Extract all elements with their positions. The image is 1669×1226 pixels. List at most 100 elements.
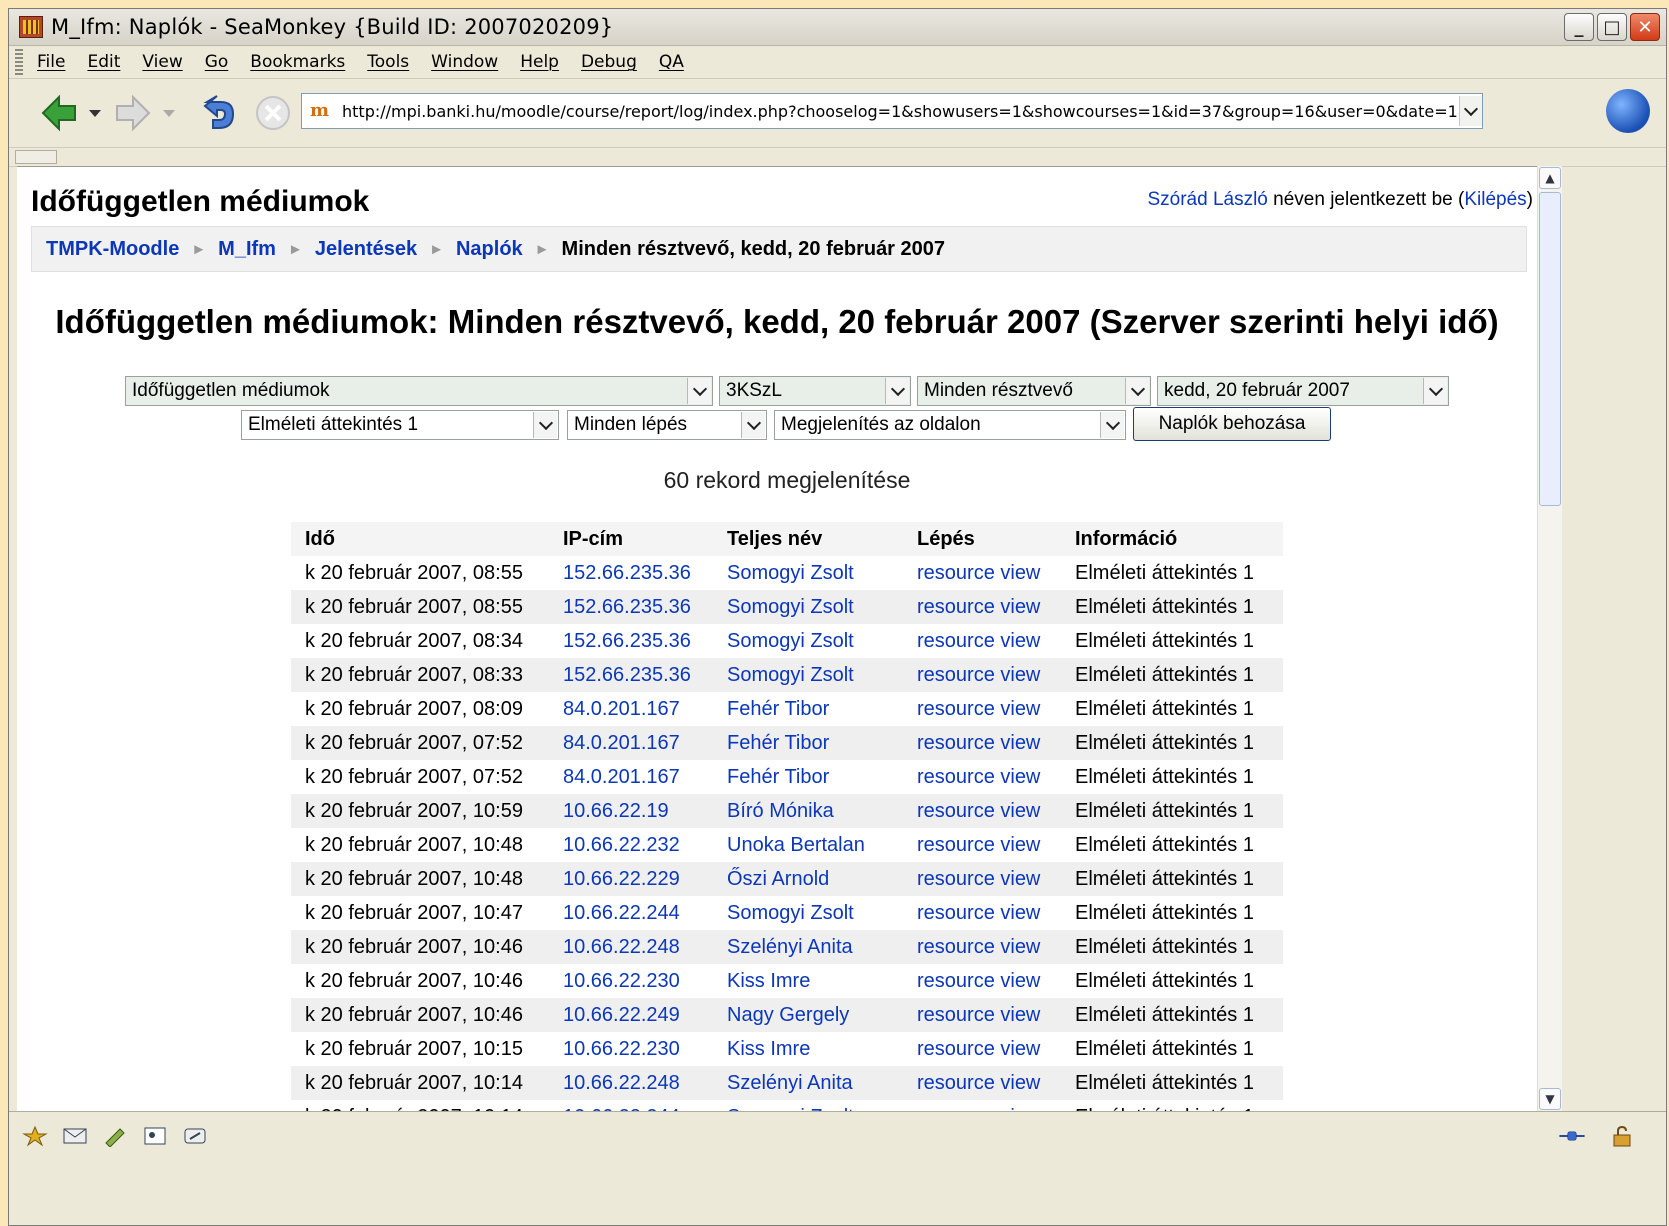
cell-ip[interactable]: 10.66.22.230	[549, 964, 713, 998]
cell-name[interactable]: Kiss Imre	[713, 1032, 903, 1066]
seamonkey-throbber-icon[interactable]	[1606, 89, 1650, 133]
cell-action[interactable]: resource view	[903, 624, 1061, 658]
cell-ip[interactable]: 10.66.22.249	[549, 998, 713, 1032]
reload-icon[interactable]	[199, 92, 239, 134]
user-profile-link[interactable]: Szórád László	[1147, 189, 1267, 210]
menu-view[interactable]: View	[142, 52, 182, 72]
cell-ip[interactable]: 152.66.235.36	[549, 590, 713, 624]
cell-ip[interactable]: 152.66.235.36	[549, 556, 713, 590]
forward-history-dropdown-icon[interactable]	[163, 109, 175, 117]
cell-ip[interactable]: 10.66.22.244	[549, 896, 713, 930]
date-select[interactable]: kedd, 20 február 2007	[1157, 376, 1449, 406]
cell-ip[interactable]: 10.66.22.248	[549, 1066, 713, 1100]
back-history-dropdown-icon[interactable]	[89, 109, 101, 117]
cell-name[interactable]: Bíró Mónika	[713, 794, 903, 828]
toolbar-grip-icon[interactable]	[15, 150, 57, 164]
cell-ip[interactable]: 10.66.22.19	[549, 794, 713, 828]
online-status-icon[interactable]	[1558, 1124, 1586, 1148]
cell-name[interactable]: Somogyi Zsolt	[713, 590, 903, 624]
course-select[interactable]: Időfüggetlen médiumok	[125, 376, 713, 406]
get-logs-button[interactable]: Naplók behozása	[1133, 407, 1331, 441]
chevron-down-icon[interactable]	[741, 412, 765, 438]
cell-name[interactable]: Somogyi Zsolt	[713, 896, 903, 930]
menu-qa[interactable]: QA	[659, 52, 684, 72]
cell-action[interactable]: resource view	[903, 760, 1061, 794]
cell-ip[interactable]: 10.66.22.232	[549, 828, 713, 862]
close-button[interactable]: ✕	[1630, 13, 1660, 41]
cell-name[interactable]: Unoka Bertalan	[713, 828, 903, 862]
menu-help[interactable]: Help	[520, 52, 559, 72]
forward-arrow-icon[interactable]	[113, 93, 153, 133]
maximize-button[interactable]: □	[1597, 13, 1627, 41]
menu-go[interactable]: Go	[205, 52, 229, 72]
cell-ip[interactable]: 84.0.201.167	[549, 760, 713, 794]
cell-action[interactable]: resource view	[903, 692, 1061, 726]
action-select[interactable]: Minden lépés	[567, 410, 767, 440]
url-bar[interactable]: m http://mpi.banki.hu/moodle/course/repo…	[301, 93, 1483, 129]
chevron-down-icon[interactable]	[687, 378, 711, 404]
cell-action[interactable]: resource view	[903, 828, 1061, 862]
cell-ip[interactable]: 10.66.22.248	[549, 930, 713, 964]
cell-action[interactable]: resource view	[903, 998, 1061, 1032]
chat-icon[interactable]	[181, 1124, 209, 1148]
scroll-down-icon[interactable]: ▼	[1539, 1088, 1561, 1110]
toolbar-grip-icon[interactable]	[15, 49, 23, 75]
cell-action[interactable]: resource view	[903, 1066, 1061, 1100]
url-history-dropdown-icon[interactable]	[1459, 96, 1482, 126]
url-text[interactable]: http://mpi.banki.hu/moodle/course/report…	[342, 102, 1459, 121]
chevron-down-icon[interactable]	[1100, 412, 1124, 438]
chevron-down-icon[interactable]	[1125, 378, 1149, 404]
navigator-icon[interactable]	[21, 1124, 49, 1148]
scroll-up-icon[interactable]: ▲	[1539, 167, 1561, 189]
cell-name[interactable]: Nagy Gergely	[713, 998, 903, 1032]
menu-edit[interactable]: Edit	[87, 52, 120, 72]
cell-name[interactable]: Fehér Tibor	[713, 760, 903, 794]
breadcrumb-tmpk-moodle[interactable]: TMPK-Moodle	[46, 238, 179, 261]
cell-ip[interactable]: 10.66.22.230	[549, 1032, 713, 1066]
cell-action[interactable]: resource view	[903, 930, 1061, 964]
cell-name[interactable]: Őszi Arnold	[713, 862, 903, 896]
mail-icon[interactable]	[61, 1124, 89, 1148]
chevron-down-icon[interactable]	[1423, 378, 1447, 404]
cell-action[interactable]: resource view	[903, 862, 1061, 896]
chevron-down-icon[interactable]	[533, 412, 557, 438]
menu-window[interactable]: Window	[431, 52, 498, 72]
menu-tools[interactable]: Tools	[367, 52, 409, 72]
group-select[interactable]: 3KSzL	[719, 376, 911, 406]
cell-action[interactable]: resource view	[903, 556, 1061, 590]
cell-action[interactable]: resource view	[903, 964, 1061, 998]
cell-action[interactable]: resource view	[903, 1032, 1061, 1066]
display-select[interactable]: Megjelenítés az oldalon	[774, 410, 1126, 440]
cell-name[interactable]: Somogyi Zsolt	[713, 556, 903, 590]
cell-name[interactable]: Fehér Tibor	[713, 692, 903, 726]
menu-debug[interactable]: Debug	[581, 52, 637, 72]
logout-link[interactable]: Kilépés	[1464, 189, 1526, 210]
cell-action[interactable]: resource view	[903, 658, 1061, 692]
cell-ip[interactable]: 84.0.201.167	[549, 726, 713, 760]
cell-name[interactable]: Somogyi Zsolt	[713, 624, 903, 658]
cell-name[interactable]: Szelényi Anita	[713, 1066, 903, 1100]
breadcrumb-reports[interactable]: Jelentések	[315, 238, 417, 261]
menu-bookmarks[interactable]: Bookmarks	[250, 52, 345, 72]
cell-action[interactable]: resource view	[903, 896, 1061, 930]
cell-ip[interactable]: 152.66.235.36	[549, 658, 713, 692]
cell-name[interactable]: Szelényi Anita	[713, 930, 903, 964]
cell-action[interactable]: resource view	[903, 794, 1061, 828]
activity-select[interactable]: Elméleti áttekintés 1	[241, 410, 559, 440]
back-arrow-icon[interactable]	[39, 93, 79, 133]
address-book-icon[interactable]	[141, 1124, 169, 1148]
menu-file[interactable]: File	[37, 52, 65, 72]
cell-ip[interactable]: 10.66.22.229	[549, 862, 713, 896]
vertical-scrollbar[interactable]: ▲ ▼	[1537, 166, 1562, 1111]
cell-action[interactable]: resource view	[903, 726, 1061, 760]
cell-ip[interactable]: 84.0.201.167	[549, 692, 713, 726]
cell-action[interactable]: resource view	[903, 590, 1061, 624]
minimize-button[interactable]: _	[1564, 13, 1594, 41]
cell-name[interactable]: Somogyi Zsolt	[713, 658, 903, 692]
cell-name[interactable]: Kiss Imre	[713, 964, 903, 998]
breadcrumb-logs[interactable]: Naplók	[456, 238, 523, 261]
stop-icon[interactable]	[253, 93, 293, 133]
breadcrumb-course[interactable]: M_Ifm	[218, 238, 276, 261]
chevron-down-icon[interactable]	[885, 378, 909, 404]
composer-icon[interactable]	[101, 1124, 129, 1148]
